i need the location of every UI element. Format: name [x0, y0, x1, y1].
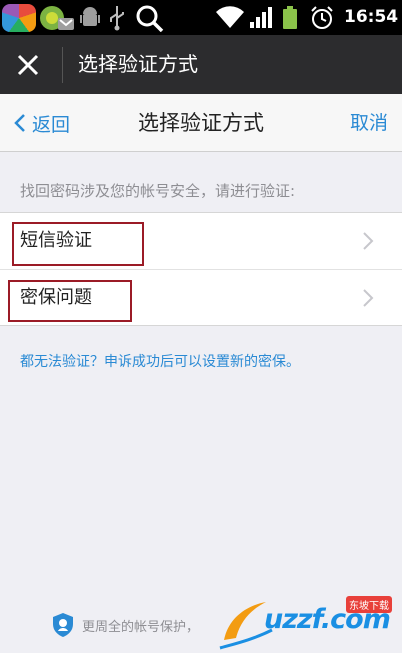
app-launcher-icon	[2, 4, 36, 32]
chevron-right-icon	[363, 289, 374, 307]
wifi-icon	[216, 6, 244, 29]
usb-icon	[110, 6, 124, 31]
app-title: 选择验证方式	[78, 52, 198, 76]
browser-icon	[40, 6, 74, 30]
chevron-left-icon	[14, 114, 25, 132]
watermark-cn-text: 东坡下载	[346, 596, 392, 613]
watermark-logo: uzzf.com 东坡下载	[214, 590, 402, 653]
shield-icon	[53, 613, 73, 637]
close-icon[interactable]	[12, 49, 44, 81]
security-hint: 找回密码涉及您的帐号安全，请进行验证:	[20, 182, 296, 200]
back-label: 返回	[32, 113, 71, 136]
cancel-button[interactable]: 取消	[350, 94, 388, 152]
footer-text: 更周全的帐号保护，	[82, 619, 200, 635]
verification-options-list: 短信验证 密保问题	[0, 212, 402, 326]
option-label: 短信验证	[20, 230, 92, 251]
option-security-question[interactable]: 密保问题	[0, 269, 402, 325]
footer: 更周全的帐号保护，	[52, 612, 199, 638]
alarm-icon	[311, 6, 333, 29]
app-title-bar: 选择验证方式	[0, 35, 402, 94]
battery-icon	[283, 6, 297, 29]
option-sms-verification[interactable]: 短信验证	[0, 213, 402, 269]
title-divider	[62, 47, 63, 83]
signal-icon	[250, 7, 272, 28]
android-debug-icon	[80, 7, 100, 26]
option-label: 密保问题	[20, 287, 92, 308]
back-button[interactable]: 返回	[14, 94, 70, 152]
nav-bar: 返回 选择验证方式 取消	[0, 94, 402, 152]
search-icon	[136, 5, 164, 32]
chevron-right-icon	[363, 232, 374, 250]
status-bar: 16:54	[0, 0, 402, 35]
appeal-link[interactable]: 都无法验证？申诉成功后可以设置新的密保。	[20, 351, 300, 371]
status-time: 16:54	[344, 7, 399, 27]
